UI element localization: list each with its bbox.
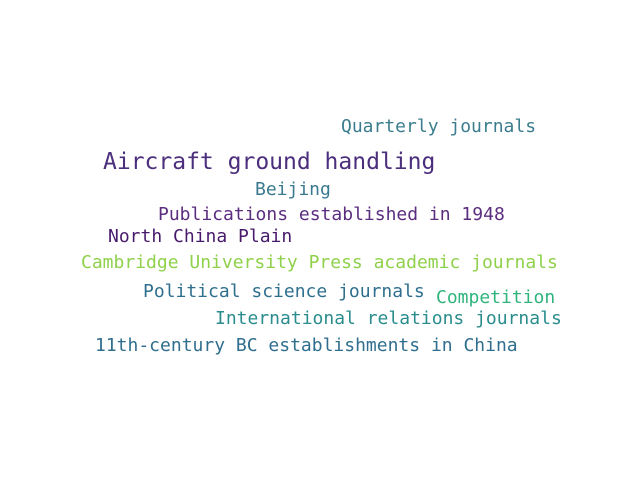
word-beijing: Beijing <box>255 179 331 200</box>
word-11th-century-bc-establishments: 11th-century BC establishments in China <box>95 335 518 356</box>
word-north-china-plain: North China Plain <box>108 226 293 247</box>
word-publications-established-1948: Publications established in 1948 <box>158 204 505 225</box>
word-cloud: Quarterly journals Aircraft ground handl… <box>0 0 640 480</box>
word-quarterly-journals: Quarterly journals <box>341 116 537 137</box>
word-competition: Competition <box>436 287 556 308</box>
word-political-science-journals: Political science journals <box>143 281 425 302</box>
word-cambridge-university-press: Cambridge University Press academic jour… <box>81 252 558 273</box>
word-international-relations-journals: International relations journals <box>215 308 562 329</box>
word-aircraft-ground-handling: Aircraft ground handling <box>103 149 436 175</box>
